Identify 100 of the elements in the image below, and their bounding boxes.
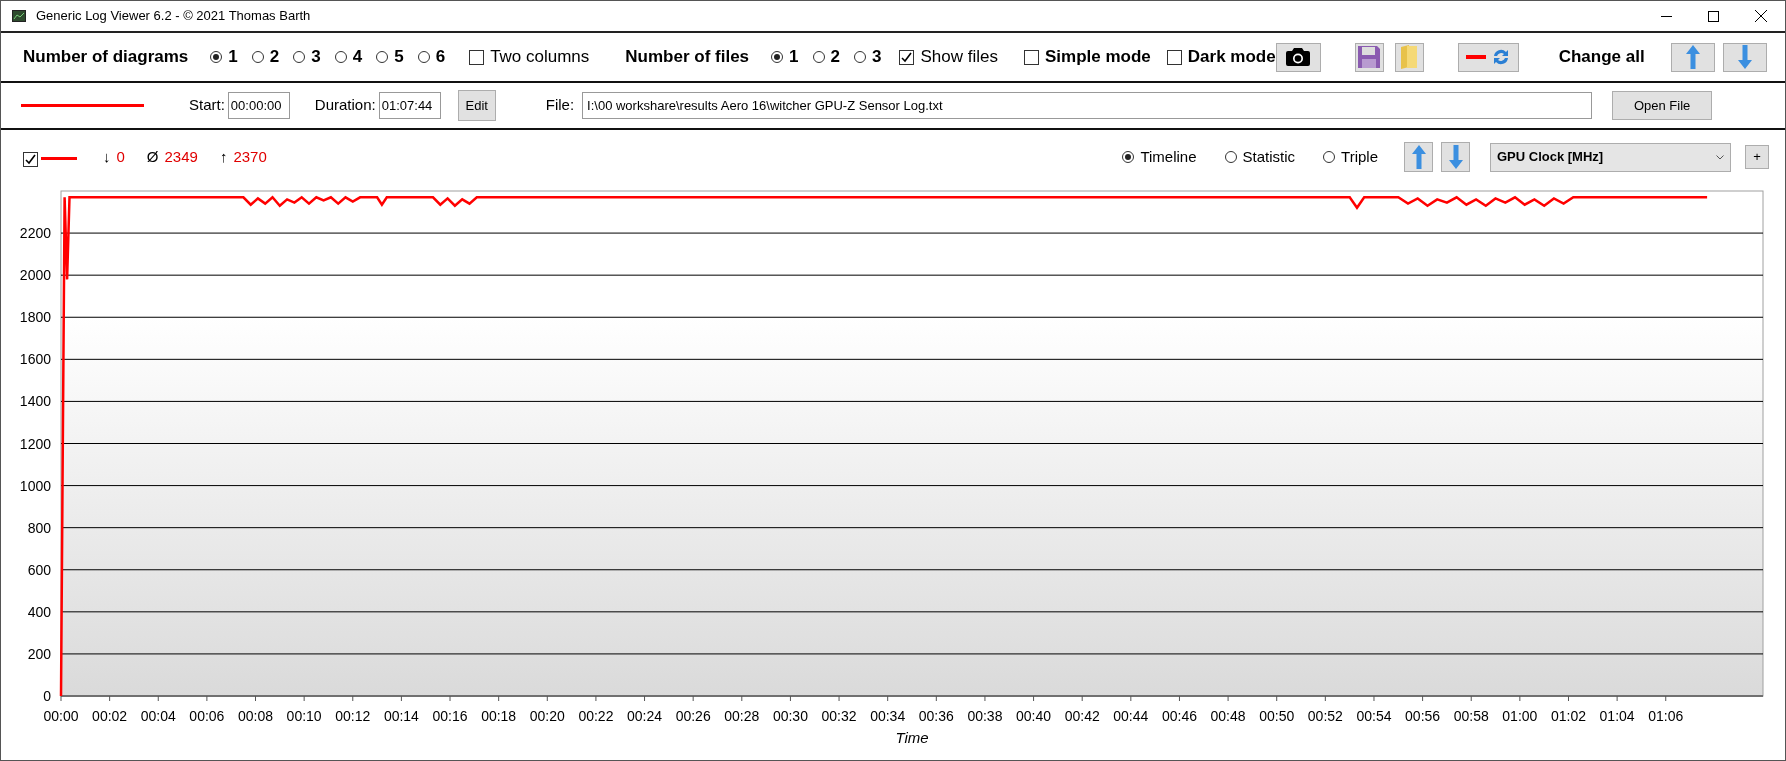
axis-title: Time — [895, 729, 929, 746]
axis-tick-label: 2000 — [19, 267, 51, 284]
radio-label[interactable]: 3 — [311, 44, 321, 70]
axis-tick-label: 00:32 — [821, 708, 857, 724]
checkbox[interactable]: Simple mode — [1023, 44, 1151, 70]
down-arrow-icon — [1737, 45, 1752, 69]
radio-button[interactable] — [1323, 151, 1336, 163]
stat-value: 2370 — [233, 146, 267, 167]
screenshot-button[interactable] — [1275, 42, 1321, 72]
axis-tick-label: 00:28 — [724, 708, 760, 724]
move-up-button[interactable] — [1670, 42, 1715, 72]
axis-tick-label: 00:20 — [529, 708, 565, 724]
axis-tick-label: 00:40 — [1016, 708, 1052, 724]
folder-icon — [1399, 45, 1420, 69]
axis-tick-label: 00:02 — [92, 708, 128, 724]
axis-tick-label: 400 — [27, 603, 51, 620]
move-up-button[interactable] — [1404, 142, 1433, 172]
radio-button[interactable] — [771, 51, 784, 63]
radio-button[interactable] — [251, 51, 264, 63]
checkbox[interactable]: Show files — [899, 44, 998, 70]
axis-tick-label: 800 — [27, 519, 51, 536]
camera-icon — [1286, 48, 1311, 66]
radio-label[interactable]: Triple — [1341, 145, 1378, 169]
axis-tick-label: 1000 — [19, 477, 51, 494]
toolbar-label: Change all — [1558, 46, 1645, 69]
radio-label[interactable]: 2 — [269, 44, 280, 70]
start-time-field[interactable]: 00:00:00 — [227, 92, 290, 119]
visibility-checkbox[interactable] — [23, 152, 38, 167]
radio-button[interactable] — [210, 51, 223, 63]
axis-tick-label: 00:30 — [772, 708, 808, 724]
stat-symbol: ↓ — [103, 146, 111, 167]
checkbox[interactable]: Two columns — [469, 44, 590, 70]
save-button[interactable] — [1354, 42, 1384, 72]
checkbox[interactable]: Dark mode — [1166, 44, 1276, 70]
radio-label[interactable]: Statistic — [1242, 145, 1296, 169]
maximize-icon[interactable] — [1708, 10, 1719, 22]
line-color-swatch[interactable] — [41, 157, 77, 160]
app-icon — [12, 10, 26, 22]
chevron-down-icon — [1716, 154, 1724, 160]
axis-tick-label: 01:06 — [1648, 708, 1684, 724]
axis-tick-label: 00:16 — [432, 708, 468, 724]
window-title: Generic Log Viewer 6.2 - © 2021 Thomas Barth — [36, 7, 311, 26]
axis-tick-label: 00:42 — [1064, 708, 1100, 724]
radio-button[interactable] — [812, 51, 825, 63]
axis-tick-label: 00:22 — [578, 708, 614, 724]
toolbar-label: Number of diagrams — [23, 46, 189, 69]
axis-tick-label: 00:54 — [1356, 708, 1392, 724]
radio-button[interactable] — [417, 51, 430, 63]
file-path-field[interactable]: I:\00 workshare\results Aero 16\witcher GPU-Z Sensor Log.txt — [582, 92, 1593, 119]
axis-tick-label: 00:04 — [140, 708, 176, 724]
axis-tick-label: 00:26 — [675, 708, 711, 724]
radio-button[interactable] — [1224, 151, 1237, 163]
axis-tick-label: 00:14 — [383, 708, 419, 724]
axis-tick-label: 00:50 — [1259, 708, 1295, 724]
axis-tick-label: 00:34 — [870, 708, 906, 724]
axis-tick-label: 00:52 — [1307, 708, 1343, 724]
move-down-button[interactable] — [1441, 142, 1470, 172]
axis-tick-label: 1800 — [19, 309, 51, 326]
radio-label[interactable]: 6 — [435, 44, 446, 70]
stat-symbol: ↑ — [219, 146, 228, 167]
duration-field[interactable]: 01:07:44 — [378, 92, 441, 119]
radio-label[interactable]: 1 — [789, 44, 799, 70]
stat-symbol: Ø — [146, 146, 159, 167]
axis-tick-label: 00:44 — [1113, 708, 1149, 724]
radio-button[interactable] — [334, 51, 347, 63]
open-file-button[interactable]: Open File — [1612, 91, 1713, 120]
field-label: Start: — [189, 95, 225, 116]
stat-value: 0 — [116, 146, 125, 167]
radio-label[interactable]: Timeline — [1140, 145, 1197, 169]
radio-label[interactable]: 4 — [352, 44, 363, 70]
axis-tick-label: 1600 — [19, 351, 51, 368]
edit-button[interactable]: Edit — [457, 90, 496, 121]
radio-button[interactable] — [854, 51, 866, 63]
close-icon[interactable] — [1755, 10, 1767, 22]
radio-button[interactable] — [293, 51, 306, 63]
axis-tick-label: 00:12 — [335, 708, 371, 724]
up-arrow-icon — [1685, 45, 1700, 69]
axis-tick-label: 200 — [27, 645, 51, 662]
radio-label[interactable]: 2 — [830, 44, 840, 70]
radio-label[interactable]: 5 — [394, 44, 404, 70]
axis-tick-label: 00:08 — [238, 708, 274, 724]
axis-tick-label: 00:58 — [1453, 708, 1489, 724]
radio-label[interactable]: 3 — [872, 44, 882, 70]
axis-tick-label: 00:18 — [481, 708, 517, 724]
line-color-swatch[interactable] — [21, 104, 144, 107]
axis-tick-label: 01:00 — [1502, 708, 1538, 724]
radio-label[interactable]: 1 — [228, 44, 238, 70]
add-button[interactable]: + — [1745, 145, 1769, 169]
stat-value: 2349 — [164, 146, 198, 167]
checkmark-icon — [25, 154, 36, 165]
axis-tick-label: 00:00 — [43, 708, 79, 724]
channel-dropdown[interactable]: GPU Clock [MHz] — [1490, 142, 1731, 172]
radio-button[interactable] — [1122, 151, 1135, 163]
axis-tick-label: 00:46 — [1161, 708, 1197, 724]
swap-color-button[interactable] — [1457, 42, 1519, 72]
move-down-button[interactable] — [1722, 42, 1767, 72]
axis-tick-label: 01:04 — [1599, 708, 1635, 724]
checkmark-icon — [901, 51, 913, 63]
axis-tick-label: 01:02 — [1550, 708, 1586, 724]
radio-button[interactable] — [376, 51, 389, 63]
